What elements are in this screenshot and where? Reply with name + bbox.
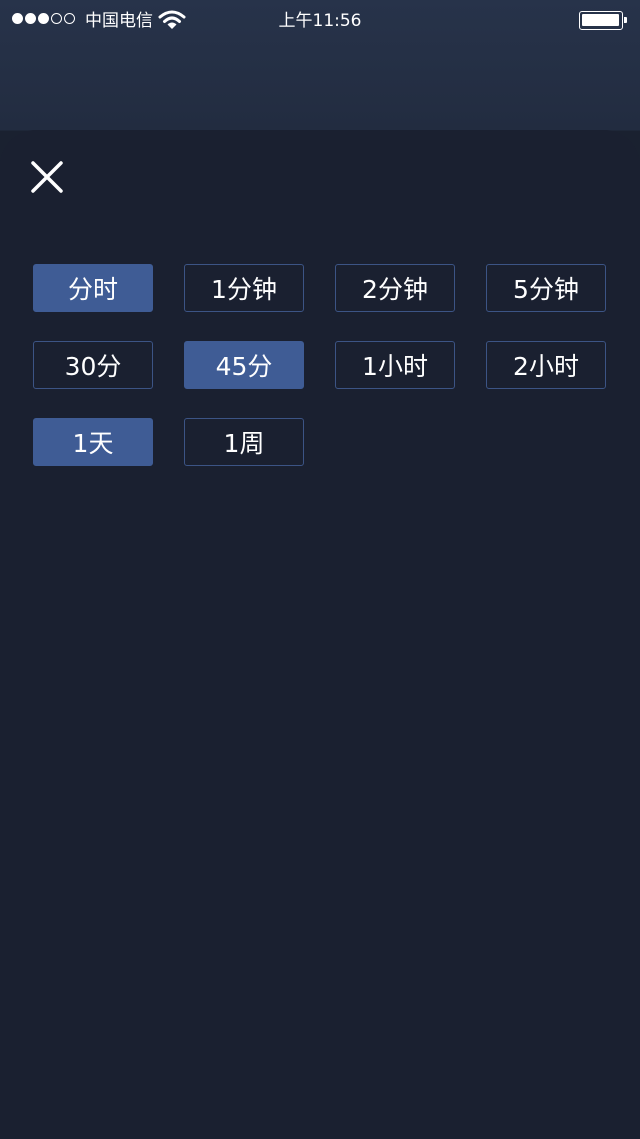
period-option-2min[interactable]: 2分钟 [335, 264, 455, 312]
close-button[interactable] [28, 157, 68, 197]
battery-icon [579, 11, 627, 30]
period-option-5min[interactable]: 5分钟 [486, 264, 606, 312]
period-option-45min[interactable]: 45分 [184, 341, 304, 389]
period-option-1hour[interactable]: 1小时 [335, 341, 455, 389]
period-option-30min[interactable]: 30分 [33, 341, 153, 389]
battery-fill [582, 14, 619, 26]
period-option-fenshi[interactable]: 分时 [33, 264, 153, 312]
battery-tip [624, 17, 627, 23]
period-option-1min[interactable]: 1分钟 [184, 264, 304, 312]
close-icon [31, 161, 63, 193]
period-option-1week[interactable]: 1周 [184, 418, 304, 466]
period-option-2hour[interactable]: 2小时 [486, 341, 606, 389]
status-bar: 中国电信 上午11:56 [0, 0, 640, 40]
period-options-grid: 分时 1分钟 2分钟 5分钟 30分 45分 1小时 2小时 1天 1周 [33, 264, 606, 466]
status-time: 上午11:56 [278, 11, 362, 31]
period-option-1day[interactable]: 1天 [33, 418, 153, 466]
